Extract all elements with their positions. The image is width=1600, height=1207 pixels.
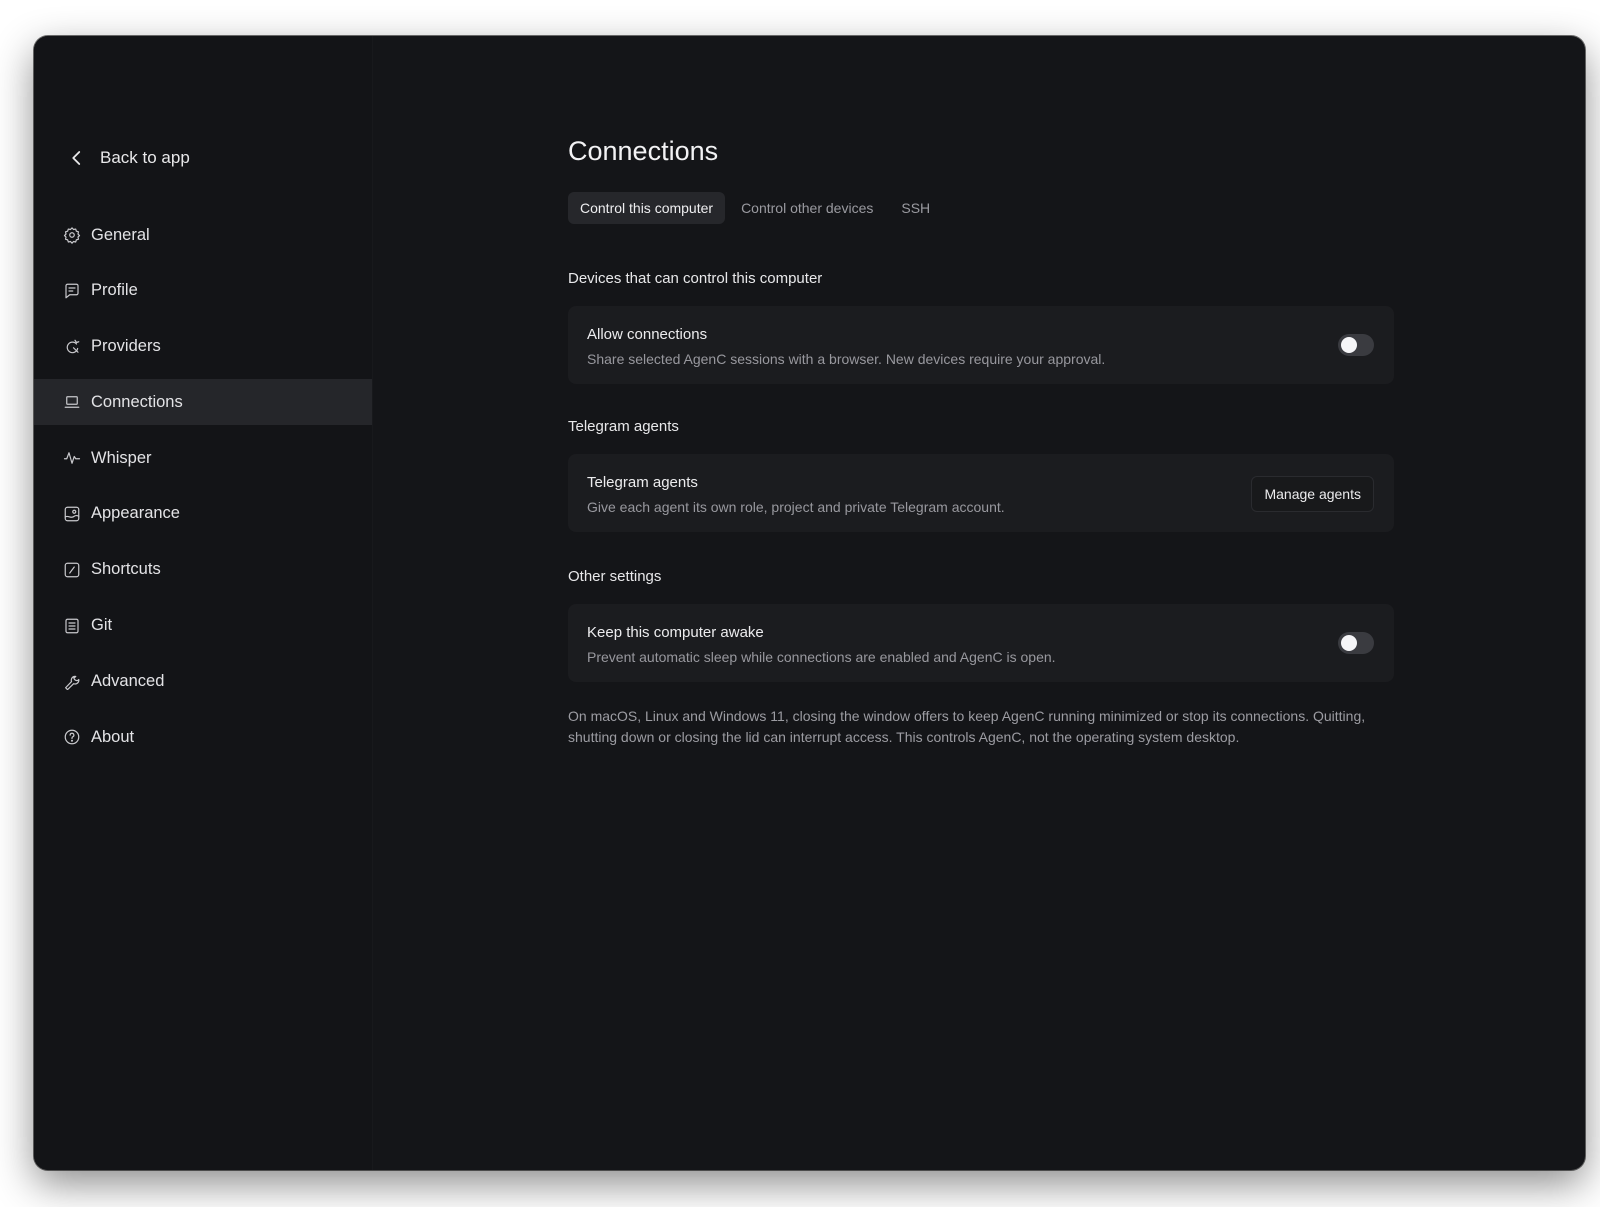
keep-awake-toggle[interactable] xyxy=(1338,632,1374,654)
keep-awake-description: Prevent automatic sleep while connection… xyxy=(587,649,1056,665)
sidebar-item-connections[interactable]: Connections xyxy=(34,379,372,426)
page-title: Connections xyxy=(568,136,719,166)
other-settings-section-title: Other settings xyxy=(568,568,662,585)
sidebar-item-profile[interactable]: Profile xyxy=(34,268,372,314)
toggle-knob xyxy=(1341,337,1357,353)
tab-control-this-computer[interactable]: Control this computer xyxy=(568,192,726,224)
allow-connections-title: Allow connections xyxy=(587,326,708,343)
back-to-app-button[interactable]: Back to app xyxy=(68,148,190,168)
connection-tabs: Control this computer Control other devi… xyxy=(568,192,942,224)
sidebar-item-providers[interactable]: Providers xyxy=(34,324,372,370)
sidebar-item-label: Advanced xyxy=(91,671,165,690)
toggle-knob xyxy=(1341,635,1357,651)
sidebar-item-label: Connections xyxy=(91,392,183,411)
sidebar-item-git[interactable]: Git xyxy=(34,603,372,649)
settings-sidebar: Back to app General Profile Providers Co… xyxy=(34,36,373,1170)
sidebar-item-label: Whisper xyxy=(91,448,152,467)
gear-icon xyxy=(62,226,81,245)
telegram-agents-title: Telegram agents xyxy=(587,474,698,491)
sidebar-item-about[interactable]: About xyxy=(34,714,372,760)
app-window: Back to app General Profile Providers Co… xyxy=(34,36,1585,1170)
sidebar-item-label: Shortcuts xyxy=(91,560,161,579)
connections-footnote: On macOS, Linux and Windows 11, closing … xyxy=(568,708,1366,745)
tab-ssh[interactable]: SSH xyxy=(889,192,942,224)
sidebar-item-label: Profile xyxy=(91,281,138,300)
help-circle-icon xyxy=(62,728,81,747)
tab-control-other-devices[interactable]: Control other devices xyxy=(729,192,885,224)
laptop-icon xyxy=(62,393,81,412)
providers-icon xyxy=(62,337,81,356)
allow-connections-description: Share selected AgenC sessions with a bro… xyxy=(587,351,1106,367)
sidebar-item-whisper[interactable]: Whisper xyxy=(34,435,372,481)
keep-awake-title: Keep this computer awake xyxy=(587,624,764,641)
allow-connections-toggle[interactable] xyxy=(1338,334,1374,356)
git-icon xyxy=(62,616,81,635)
allow-connections-card: Allow connections Share selected AgenC s… xyxy=(568,306,1394,384)
manage-agents-button[interactable]: Manage agents xyxy=(1251,476,1374,512)
sidebar-item-label: Providers xyxy=(91,337,161,356)
shortcut-icon xyxy=(62,560,81,579)
profile-icon xyxy=(62,281,81,300)
sidebar-item-label: Appearance xyxy=(91,504,180,523)
telegram-section-title: Telegram agents xyxy=(568,418,679,435)
back-to-app-label: Back to app xyxy=(100,148,190,167)
telegram-agents-description: Give each agent its own role, project an… xyxy=(587,499,1005,515)
sidebar-item-label: About xyxy=(91,727,135,746)
appearance-icon xyxy=(62,504,81,523)
keep-awake-card: Keep this computer awake Prevent automat… xyxy=(568,604,1394,682)
sidebar-item-label: General xyxy=(91,225,150,244)
sidebar-item-advanced[interactable]: Advanced xyxy=(34,658,372,704)
waveform-icon xyxy=(62,449,81,468)
sidebar-item-label: Git xyxy=(91,616,113,635)
devices-section-title: Devices that can control this computer xyxy=(568,270,823,287)
wrench-icon xyxy=(62,672,81,691)
sidebar-item-shortcuts[interactable]: Shortcuts xyxy=(34,547,372,593)
chevron-left-icon xyxy=(72,151,81,165)
telegram-agents-card: Telegram agents Give each agent its own … xyxy=(568,454,1394,532)
sidebar-item-general[interactable]: General xyxy=(34,212,372,258)
settings-nav: General Profile Providers Connections Wh… xyxy=(34,212,372,770)
sidebar-item-appearance[interactable]: Appearance xyxy=(34,491,372,537)
